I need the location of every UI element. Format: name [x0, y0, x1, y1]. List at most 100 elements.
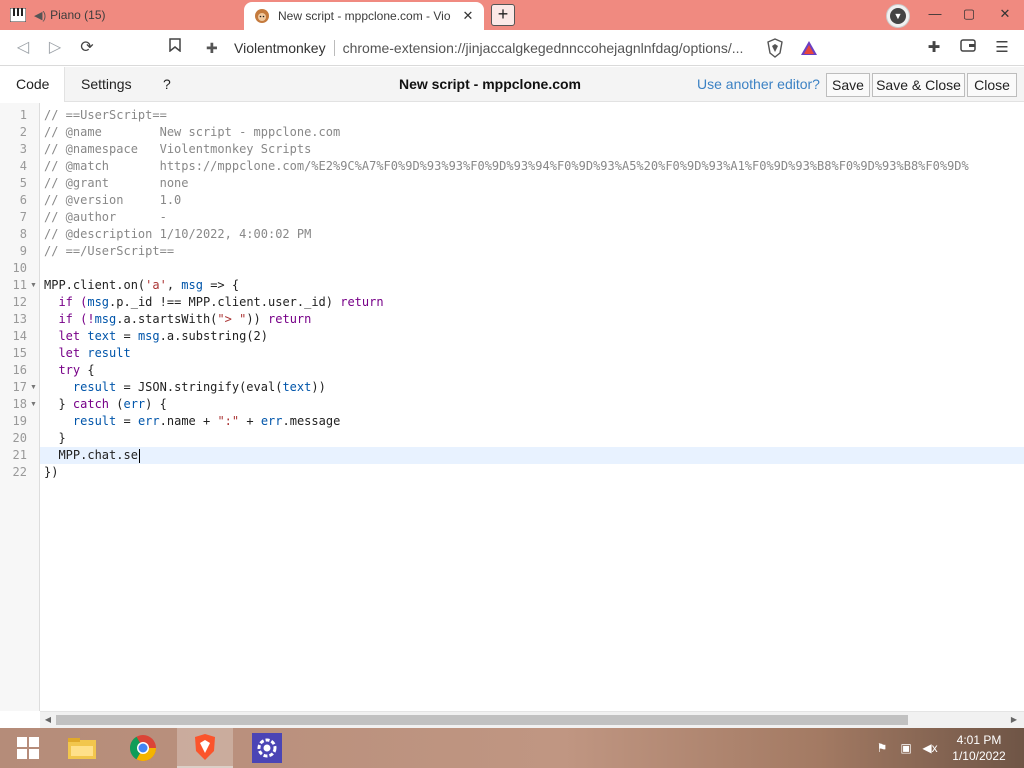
- brave-browser-icon[interactable]: [177, 728, 233, 768]
- code-line-15: let result: [44, 346, 131, 360]
- page-title: New script - mppclone.com: [398, 76, 582, 92]
- line-number: 12: [12, 295, 27, 309]
- network-warning-icon[interactable]: ⚑: [874, 740, 890, 756]
- fold-toggle-icon[interactable]: ▼: [30, 277, 38, 294]
- fold-toggle-icon[interactable]: ▼: [30, 396, 38, 413]
- code-line-14: let text = msg.a.substring(2): [44, 329, 269, 343]
- text-cursor: [138, 448, 140, 463]
- line-number: 19: [12, 414, 27, 428]
- profile-button[interactable]: ▼: [886, 4, 910, 28]
- scroll-left-icon[interactable]: ◀: [42, 714, 54, 726]
- clock-time: 4:01 PM: [956, 733, 1002, 747]
- brave-rewards-icon[interactable]: [800, 39, 818, 57]
- scroll-right-icon[interactable]: ▶: [1008, 714, 1020, 726]
- save-close-button[interactable]: Save & Close: [872, 73, 965, 97]
- code-line-20: }: [44, 431, 66, 445]
- line-number: 6: [19, 193, 27, 207]
- piano-icon: [10, 7, 26, 23]
- divider: [333, 40, 335, 56]
- code-line-21: MPP.chat.se: [40, 447, 1024, 464]
- menu-icon[interactable]: ☰: [992, 38, 1012, 58]
- minimize-button[interactable]: —: [918, 0, 952, 30]
- line-number: 7: [19, 210, 27, 224]
- line-number: 13: [12, 312, 27, 326]
- bookmark-icon[interactable]: [164, 37, 186, 59]
- line-number: 17: [12, 380, 27, 394]
- code-line-22: }): [44, 465, 59, 479]
- forward-button[interactable]: ▷: [44, 37, 66, 59]
- line-number: 10: [12, 261, 27, 275]
- code-line-3: // @namespace Violentmonkey Scripts: [44, 142, 312, 156]
- close-tab-icon[interactable]: ✕: [458, 8, 478, 24]
- tab-help[interactable]: ?: [147, 67, 187, 102]
- line-number: 2: [19, 125, 27, 139]
- line-number: 9: [19, 244, 27, 258]
- line-number: 4: [19, 159, 27, 173]
- code-line-5: // @grant none: [44, 176, 189, 190]
- code-line-19: result = err.name + ":" + err.message: [72, 414, 341, 428]
- clock-date: 1/10/2022: [952, 749, 1006, 763]
- code-line-12: if (msg.p._id !== MPP.client.user._id) r…: [44, 295, 384, 309]
- editor-header: Code Settings ? New script - mppclone.co…: [0, 67, 1024, 102]
- line-number: 14: [12, 329, 27, 343]
- maximize-button[interactable]: ▢: [952, 0, 986, 30]
- line-number: 11: [12, 278, 27, 292]
- line-number: 15: [12, 346, 27, 360]
- chrome-icon[interactable]: [115, 728, 171, 768]
- new-tab-button[interactable]: +: [491, 4, 515, 26]
- line-number-gutter: 1 2 3 4 5 6 7 8 9 10 11 ▼ 12 13 14 15 16 17 ▼ 18 ▼ 19 20 21 22: [0, 103, 40, 711]
- tab-title: New script - mppclone.com - Vio: [278, 9, 451, 23]
- chevron-down-icon: ▼: [890, 8, 906, 24]
- tab-title: Piano (15): [50, 8, 106, 22]
- puzzle-piece-icon: ✚: [206, 39, 218, 56]
- code-line-9: // ==/UserScript==: [44, 244, 175, 258]
- line-number: 22: [12, 465, 27, 479]
- windows-logo-icon: [17, 737, 39, 759]
- line-number: 16: [12, 363, 27, 377]
- volume-muted-icon[interactable]: ◀x: [922, 740, 938, 756]
- code-editor[interactable]: // ==UserScript== // @name New script - …: [40, 103, 1024, 711]
- code-line-6: // @version 1.0: [44, 193, 182, 207]
- line-number: 21: [12, 448, 27, 462]
- system-clock[interactable]: 4:01 PM 1/10/2022: [946, 732, 1012, 764]
- browser-tab-bar: ◀) Piano (15) New script - mppclone.com …: [0, 0, 1024, 30]
- address-bar: ◁ ▷ ⟳ ✚ Violentmonkey chrome-extension:/…: [0, 30, 1024, 66]
- tab-piano[interactable]: ◀) Piano (15): [0, 0, 244, 30]
- windows-taskbar: ⚑ ▣ ◀x 4:01 PM 1/10/2022: [0, 728, 1024, 768]
- back-button[interactable]: ◁: [12, 37, 34, 59]
- code-line-4: // @match https://mppclone.com/%E2%9C%A7…: [44, 159, 969, 173]
- close-button[interactable]: Close: [967, 73, 1017, 97]
- another-editor-link[interactable]: Use another editor?: [697, 67, 820, 102]
- code-line-16: try {: [44, 363, 95, 377]
- code-line-11: MPP.client.on('a', msg => {: [44, 278, 240, 292]
- fold-toggle-icon[interactable]: ▼: [30, 379, 38, 396]
- url-field[interactable]: ✚ Violentmonkey chrome-extension://jinja…: [196, 35, 828, 61]
- url-text: chrome-extension://jinjaccalgkegednnccoh…: [342, 40, 744, 56]
- start-button[interactable]: [0, 728, 56, 768]
- line-number: 8: [19, 227, 27, 241]
- line-number: 5: [19, 176, 27, 190]
- horizontal-scrollbar[interactable]: ◀ ▶: [40, 711, 1024, 728]
- close-window-button[interactable]: ✕: [988, 0, 1022, 30]
- tab-settings[interactable]: Settings: [65, 67, 148, 102]
- file-explorer-icon[interactable]: [54, 728, 110, 768]
- network-icon[interactable]: ▣: [898, 740, 914, 756]
- settings-app-icon[interactable]: [239, 728, 295, 768]
- brave-shield-icon[interactable]: [766, 38, 784, 58]
- code-line-8: // @description 1/10/2022, 4:00:02 PM: [44, 227, 312, 241]
- line-number: 20: [12, 431, 27, 445]
- scrollbar-thumb[interactable]: [56, 715, 908, 725]
- speaker-mute-icon[interactable]: ◀): [34, 9, 46, 22]
- line-number: 18: [12, 397, 27, 411]
- line-number: 3: [19, 142, 27, 156]
- wallet-icon[interactable]: [958, 38, 978, 58]
- extensions-icon[interactable]: ✚: [924, 38, 944, 58]
- code-line-17: result = JSON.stringify(eval(text)): [72, 380, 326, 394]
- tab-code[interactable]: Code: [0, 67, 65, 102]
- tab-new-script[interactable]: New script - mppclone.com - Vio ✕: [244, 2, 484, 30]
- reload-button[interactable]: ⟳: [76, 37, 98, 59]
- code-line-7: // @author -: [44, 210, 167, 224]
- code-line-2: // @name New script - mppclone.com: [44, 125, 341, 139]
- line-number: 1: [19, 108, 27, 122]
- save-button[interactable]: Save: [826, 73, 870, 97]
